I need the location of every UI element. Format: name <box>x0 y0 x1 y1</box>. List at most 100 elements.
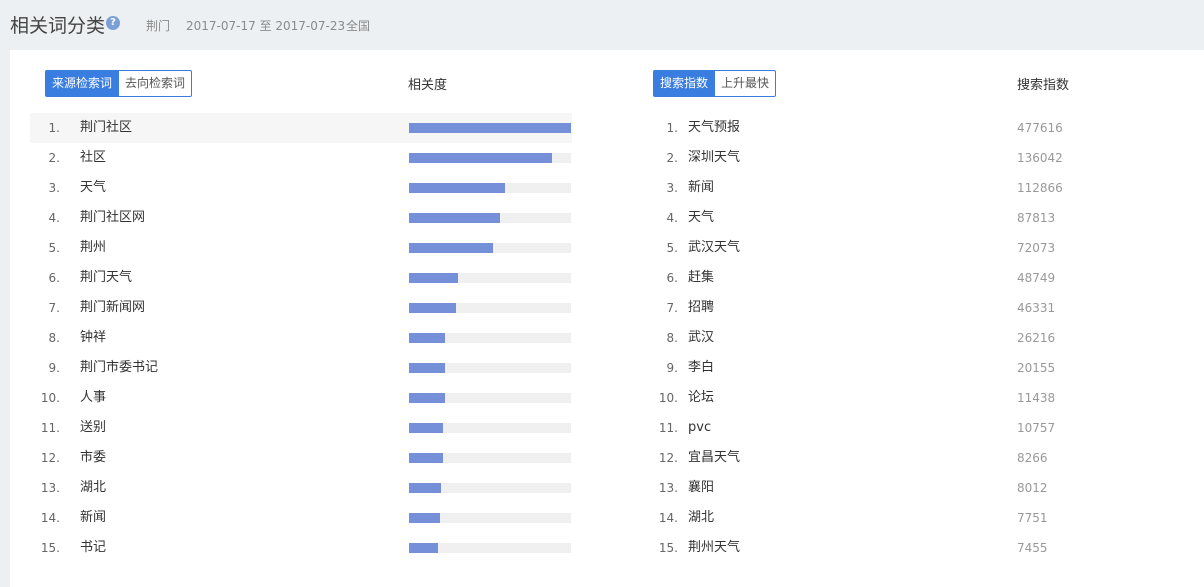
keyword-link[interactable]: 赶集 <box>688 263 714 293</box>
list-item[interactable]: 10. 论坛 11438 <box>640 383 1160 413</box>
list-item[interactable]: 13. 襄阳 8012 <box>640 473 1160 503</box>
keyword-link[interactable]: 荆门天气 <box>80 263 132 293</box>
keyword-link[interactable]: 天气 <box>80 173 106 203</box>
relevance-bar <box>409 303 456 313</box>
search-index-value: 48749 <box>1017 271 1056 285</box>
keyword-link[interactable]: 钟祥 <box>80 323 106 353</box>
keyword-link[interactable]: 书记 <box>80 533 106 563</box>
relevance-bar <box>409 423 444 433</box>
keyword-link[interactable]: 荆门市委书记 <box>80 353 158 383</box>
keyword-link[interactable]: 天气 <box>688 203 714 233</box>
keyword-link[interactable]: 荆门新闻网 <box>80 293 145 323</box>
list-item[interactable]: 13. 湖北 <box>30 473 572 503</box>
list-item[interactable]: 14. 新闻 <box>30 503 572 533</box>
list-item[interactable]: 8. 钟祥 <box>30 323 572 353</box>
list-item[interactable]: 5. 荆州 <box>30 233 572 263</box>
list-item[interactable]: 2. 深圳天气 136042 <box>640 143 1160 173</box>
keyword-link[interactable]: 论坛 <box>688 383 714 413</box>
relevance-bar <box>409 483 442 493</box>
keyword-link[interactable]: 天气预报 <box>688 113 740 143</box>
relevance-bar-track <box>409 453 571 463</box>
list-item[interactable]: 10. 人事 <box>30 383 572 413</box>
rank-number: 13. <box>40 481 60 495</box>
relevance-column-header: 相关度 <box>408 78 448 93</box>
list-item[interactable]: 11. 送别 <box>30 413 572 443</box>
rank-number: 10. <box>658 391 678 405</box>
search-index-value: 112866 <box>1017 181 1063 195</box>
list-item[interactable]: 15. 荆州天气 7455 <box>640 533 1160 563</box>
list-item[interactable]: 4. 荆门社区网 <box>30 203 572 233</box>
keyword-link[interactable]: 湖北 <box>80 473 106 503</box>
list-item[interactable]: 6. 荆门天气 <box>30 263 572 293</box>
keyword-link[interactable]: 招聘 <box>688 293 714 323</box>
keyword-link[interactable]: 人事 <box>80 383 106 413</box>
list-item[interactable]: 8. 武汉 26216 <box>640 323 1160 353</box>
search-index-value: 46331 <box>1017 301 1056 315</box>
tab-destination-words[interactable]: 去向检索词 <box>119 70 193 97</box>
list-item[interactable]: 11. pvc 10757 <box>640 413 1160 443</box>
list-item[interactable]: 3. 新闻 112866 <box>640 173 1160 203</box>
list-item[interactable]: 12. 市委 <box>30 443 572 473</box>
help-icon[interactable]: ? <box>106 16 120 30</box>
keyword-link[interactable]: 荆州天气 <box>688 533 740 563</box>
relevance-bar-track <box>409 543 571 553</box>
relevance-bar <box>409 123 571 133</box>
list-item[interactable]: 6. 赶集 48749 <box>640 263 1160 293</box>
keyword-link[interactable]: 荆州 <box>80 233 106 263</box>
keyword-link[interactable]: 新闻 <box>688 173 714 203</box>
list-item[interactable]: 3. 天气 <box>30 173 572 203</box>
list-item[interactable]: 12. 宜昌天气 8266 <box>640 443 1160 473</box>
relevance-bar-track <box>409 363 571 373</box>
keyword-link[interactable]: 湖北 <box>688 503 714 533</box>
list-item[interactable]: 7. 招聘 46331 <box>640 293 1160 323</box>
relevance-list: 1. 荆门社区 2. 社区 3. 天气 4. 荆门社区网 5. 荆州 6. 荆门天气 7. 荆门新闻网 8.… <box>30 113 572 563</box>
keyword-link[interactable]: 李白 <box>688 353 714 383</box>
relevance-bar-track <box>409 303 571 313</box>
list-item[interactable]: 2. 社区 <box>30 143 572 173</box>
list-item[interactable]: 1. 天气预报 477616 <box>640 113 1160 143</box>
keyword-link[interactable]: 新闻 <box>80 503 106 533</box>
list-item[interactable]: 4. 天气 87813 <box>640 203 1160 233</box>
rank-number: 5. <box>666 241 678 255</box>
keyword-link[interactable]: 襄阳 <box>688 473 714 503</box>
rank-number: 2. <box>48 151 60 165</box>
keyword-link[interactable]: 宜昌天气 <box>688 443 740 473</box>
keyword-link[interactable]: 武汉 <box>688 323 714 353</box>
keyword-link[interactable]: 深圳天气 <box>688 143 740 173</box>
list-item[interactable]: 9. 荆门市委书记 <box>30 353 572 383</box>
list-item[interactable]: 14. 湖北 7751 <box>640 503 1160 533</box>
tab-search-index[interactable]: 搜索指数 <box>653 70 716 97</box>
keyword-link[interactable]: 荆门社区 <box>80 113 132 143</box>
relevance-bar-track <box>409 273 571 283</box>
relevance-bar <box>409 543 439 553</box>
keyword-link[interactable]: 荆门社区网 <box>80 203 145 233</box>
rank-number: 7. <box>48 301 60 315</box>
source-tabs: 来源检索词 去向检索词 <box>45 70 193 97</box>
rank-number: 4. <box>666 211 678 225</box>
relevance-bar-track <box>409 333 571 343</box>
keyword-link[interactable]: 社区 <box>80 143 106 173</box>
rank-number: 6. <box>666 271 678 285</box>
keyword-link[interactable]: 市委 <box>80 443 106 473</box>
keyword-link[interactable]: pvc <box>688 413 711 443</box>
list-item[interactable]: 5. 武汉天气 72073 <box>640 233 1160 263</box>
list-item[interactable]: 1. 荆门社区 <box>30 113 572 143</box>
tab-source-words[interactable]: 来源检索词 <box>45 70 120 97</box>
rank-number: 8. <box>48 331 60 345</box>
rank-number: 6. <box>48 271 60 285</box>
relevance-bar-track <box>409 243 571 253</box>
rank-number: 3. <box>666 181 678 195</box>
relevance-bar-track <box>409 393 571 403</box>
tab-fastest-rising[interactable]: 上升最快 <box>715 70 777 97</box>
keyword-link[interactable]: 武汉天气 <box>688 233 740 263</box>
rank-number: 10. <box>40 391 60 405</box>
rank-number: 14. <box>658 511 678 525</box>
list-item[interactable]: 15. 书记 <box>30 533 572 563</box>
rank-number: 12. <box>40 451 60 465</box>
keyword-link[interactable]: 送别 <box>80 413 106 443</box>
rank-number: 15. <box>658 541 678 555</box>
relevance-bar-track <box>409 423 571 433</box>
list-item[interactable]: 9. 李白 20155 <box>640 353 1160 383</box>
list-item[interactable]: 7. 荆门新闻网 <box>30 293 572 323</box>
search-index-value: 7751 <box>1017 511 1048 525</box>
